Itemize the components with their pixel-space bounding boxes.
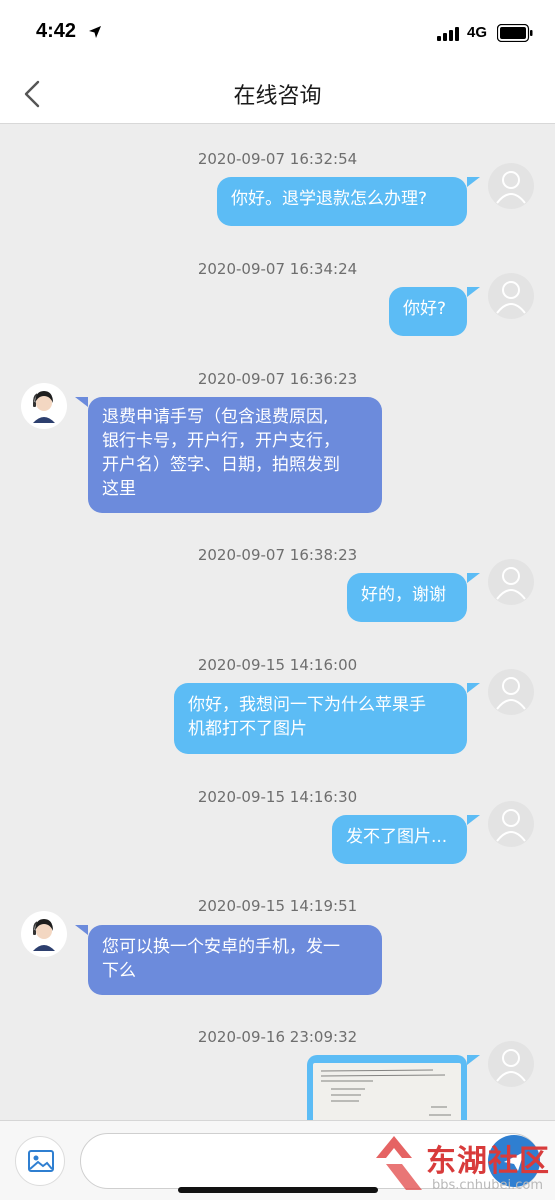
bubble-tail: [467, 177, 480, 187]
location-arrow-icon: [89, 26, 101, 38]
status-time: 4:42: [36, 20, 77, 42]
default-person-icon: [496, 281, 526, 314]
bubble-tail: [467, 1055, 480, 1065]
message-text: 你好?: [403, 299, 447, 319]
message-timestamp: 2020-09-07 16:38:23: [197, 546, 358, 564]
watermark-brand: 东湖社区: [426, 1144, 550, 1179]
default-person-icon: [496, 567, 526, 600]
message-timestamp: 2020-09-07 16:34:24: [197, 260, 358, 278]
message-bubble-user[interactable]: 你好。退学退款怎么办理?: [217, 177, 467, 226]
message-line: 开户名）签字、日期，拍照发到: [102, 455, 340, 475]
customer-service-agent-icon: [22, 384, 66, 428]
handwritten-document-image: [320, 1069, 451, 1116]
bubble-tail: [467, 287, 480, 297]
bubble-tail: [467, 815, 480, 825]
message-line: 下么: [102, 961, 136, 981]
agent-avatar: [21, 383, 67, 429]
bubble-tail: [467, 573, 480, 583]
nav-bar: 在线咨询: [0, 62, 555, 124]
status-bar: 4:42 4G: [0, 0, 555, 62]
user-avatar: [488, 273, 534, 319]
agent-avatar: [21, 911, 67, 957]
default-person-icon: [496, 809, 526, 842]
message-line: 您可以换一个安卓的手机，发一: [102, 937, 340, 957]
page-title: 在线咨询: [233, 84, 322, 109]
user-avatar: [488, 801, 534, 847]
image-thumbnail[interactable]: [313, 1063, 461, 1120]
message-text: 发不了图片...: [346, 827, 448, 847]
message-line: 这里: [102, 479, 136, 499]
user-avatar: [488, 163, 534, 209]
bubble-tail: [467, 683, 480, 693]
customer-service-agent-icon: [22, 912, 66, 956]
message-line: 退费申请手写（包含退费原因,: [102, 407, 329, 427]
default-person-icon: [496, 171, 526, 204]
message-bubble-user[interactable]: 你好?: [389, 287, 467, 336]
message-bubble-user[interactable]: 好的，谢谢: [347, 573, 467, 622]
message-bubble-agent[interactable]: 您可以换一个安卓的手机，发一 下么: [88, 925, 382, 995]
message-line: 机都打不了图片: [188, 719, 307, 739]
signal-icon: [437, 27, 459, 41]
image-icon: [28, 1150, 54, 1172]
watermark-url: bbs.cnhubei.com: [432, 1178, 544, 1193]
message-text: 你好。退学退款怎么办理?: [231, 189, 428, 209]
message-line: 银行卡号，开户行，开户支行，: [102, 431, 340, 451]
bubble-tail: [75, 397, 88, 407]
message-line: 你好，我想问一下为什么苹果手: [188, 695, 426, 715]
message-timestamp: 2020-09-15 14:16:30: [197, 788, 358, 806]
bubble-tail: [75, 925, 88, 935]
battery-icon: [497, 24, 533, 42]
user-avatar: [488, 669, 534, 715]
send-image-button[interactable]: [15, 1136, 65, 1186]
message-bubble-agent[interactable]: 退费申请手写（包含退费原因, 银行卡号，开户行，开户支行， 开户名）签字、日期，…: [88, 397, 382, 513]
user-avatar: [488, 559, 534, 605]
message-timestamp: 2020-09-15 14:16:00: [197, 656, 358, 674]
default-person-icon: [496, 677, 526, 710]
message-bubble-image[interactable]: [307, 1055, 467, 1120]
default-person-icon: [496, 1049, 526, 1082]
chat-list[interactable]: 2020-09-07 16:32:54 你好。退学退款怎么办理? 2020-09…: [0, 125, 555, 1120]
user-avatar: [488, 1041, 534, 1087]
home-indicator: [178, 1187, 378, 1193]
message-timestamp: 2020-09-16 23:09:32: [197, 1028, 358, 1046]
message-timestamp: 2020-09-07 16:32:54: [197, 150, 358, 168]
message-timestamp: 2020-09-07 16:36:23: [197, 370, 358, 388]
message-bubble-user[interactable]: 你好，我想问一下为什么苹果手 机都打不了图片: [174, 683, 467, 754]
message-bubble-user[interactable]: 发不了图片...: [332, 815, 467, 864]
message-text: 好的，谢谢: [361, 585, 446, 605]
message-timestamp: 2020-09-15 14:19:51: [197, 897, 358, 915]
network-type: 4G: [467, 24, 488, 41]
